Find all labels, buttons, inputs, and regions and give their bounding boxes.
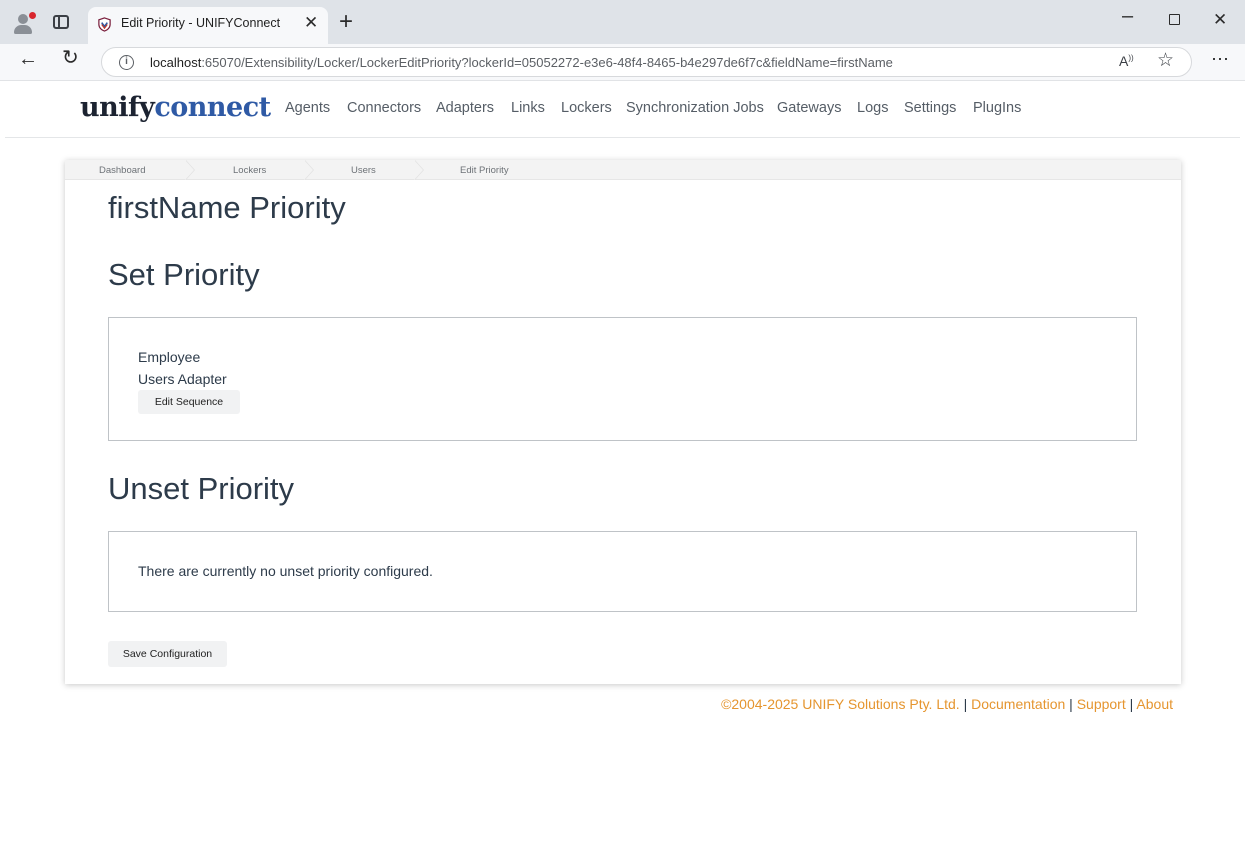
unset-priority-box: There are currently no unset priority co… <box>108 531 1137 612</box>
page-title: firstName Priority <box>108 190 346 225</box>
breadcrumb-users[interactable]: Users <box>351 165 376 176</box>
app-navbar: unifyconnect Agents Connectors Adapters … <box>5 82 1240 138</box>
minimize-icon[interactable]: – <box>1122 6 1133 26</box>
back-arrow-icon[interactable]: ← <box>18 49 38 69</box>
tab-title: Edit Priority - UNIFYConnect <box>121 16 281 30</box>
address-bar[interactable]: i localhost:65070/Extensibility/Locker/L… <box>101 47 1192 77</box>
breadcrumb-separator <box>414 160 424 180</box>
nav-gateways[interactable]: Gateways <box>777 100 841 116</box>
reload-icon[interactable]: ↻ <box>62 48 79 68</box>
footer-copyright: ©2004-2025 UNIFY Solutions Pty. Ltd. <box>721 696 960 712</box>
footer-support-link[interactable]: Support <box>1077 696 1126 712</box>
breadcrumb-edit-priority: Edit Priority <box>460 165 509 176</box>
nav-agents[interactable]: Agents <box>285 100 330 116</box>
nav-lockers[interactable]: Lockers <box>561 100 612 116</box>
save-configuration-button[interactable]: Save Configuration <box>108 641 227 667</box>
footer-separator: | <box>963 696 968 712</box>
nav-plugins[interactable]: PlugIns <box>973 100 1021 116</box>
unset-priority-message: There are currently no unset priority co… <box>138 563 433 579</box>
url-path: :65070/Extensibility/Locker/LockerEditPr… <box>201 55 893 70</box>
nav-connectors[interactable]: Connectors <box>347 100 421 116</box>
maximize-icon[interactable] <box>1169 14 1180 25</box>
nav-settings[interactable]: Settings <box>904 100 956 116</box>
edit-sequence-button[interactable]: Edit Sequence <box>138 390 240 414</box>
logo-part1: unify <box>80 92 155 123</box>
breadcrumb-separator <box>185 160 195 180</box>
breadcrumb-lockers[interactable]: Lockers <box>233 165 266 176</box>
priority-item-adapter: Users Adapter <box>138 371 227 387</box>
content-card: Dashboard Lockers Users Edit Priority fi… <box>65 160 1181 684</box>
set-priority-heading: Set Priority <box>108 257 260 292</box>
plus-icon[interactable]: + <box>339 10 353 34</box>
web-page: unifyconnect Agents Connectors Adapters … <box>5 82 1240 863</box>
breadcrumb: Dashboard Lockers Users Edit Priority <box>65 160 1181 180</box>
close-icon[interactable]: ✕ <box>304 14 318 31</box>
unifyconnect-logo[interactable]: unifyconnect <box>80 92 271 123</box>
browser-titlebar: Edit Priority - UNIFYConnect ✕ + – ✕ <box>0 0 1245 44</box>
info-icon[interactable]: i <box>119 55 134 70</box>
unset-priority-heading: Unset Priority <box>108 471 295 506</box>
nav-adapters[interactable]: Adapters <box>436 100 494 116</box>
url-host: localhost <box>150 55 202 70</box>
more-menu-icon[interactable]: ⋯ <box>1211 50 1229 68</box>
footer-about-link[interactable]: About <box>1136 696 1173 712</box>
browser-toolbar: ← ↻ i localhost:65070/Extensibility/Lock… <box>0 44 1245 81</box>
read-aloud-icon[interactable]: A)) <box>1119 53 1134 69</box>
footer-separator: | <box>1129 696 1134 712</box>
footer-documentation-link[interactable]: Documentation <box>971 696 1065 712</box>
nav-synchronization-jobs[interactable]: Synchronization Jobs <box>626 100 764 116</box>
logo-part2: connect <box>154 92 271 123</box>
browser-tab[interactable]: Edit Priority - UNIFYConnect ✕ <box>88 7 328 44</box>
footer: ©2004-2025 UNIFY Solutions Pty. Ltd. | D… <box>721 696 1173 712</box>
star-icon[interactable]: ☆ <box>1157 51 1174 70</box>
nav-logs[interactable]: Logs <box>857 100 888 116</box>
set-priority-box: Employee Users Adapter Edit Sequence <box>108 317 1137 441</box>
close-icon[interactable]: ✕ <box>1213 11 1227 28</box>
nav-links[interactable]: Links <box>511 100 545 116</box>
url-text[interactable]: localhost:65070/Extensibility/Locker/Loc… <box>150 55 893 70</box>
breadcrumb-separator <box>304 160 314 180</box>
footer-separator: | <box>1069 696 1073 712</box>
site-favicon-icon <box>98 17 111 32</box>
tab-actions-icon[interactable] <box>53 15 69 29</box>
profile-icon[interactable] <box>11 11 36 35</box>
breadcrumb-dashboard[interactable]: Dashboard <box>99 165 145 176</box>
priority-item-employee: Employee <box>138 349 201 365</box>
